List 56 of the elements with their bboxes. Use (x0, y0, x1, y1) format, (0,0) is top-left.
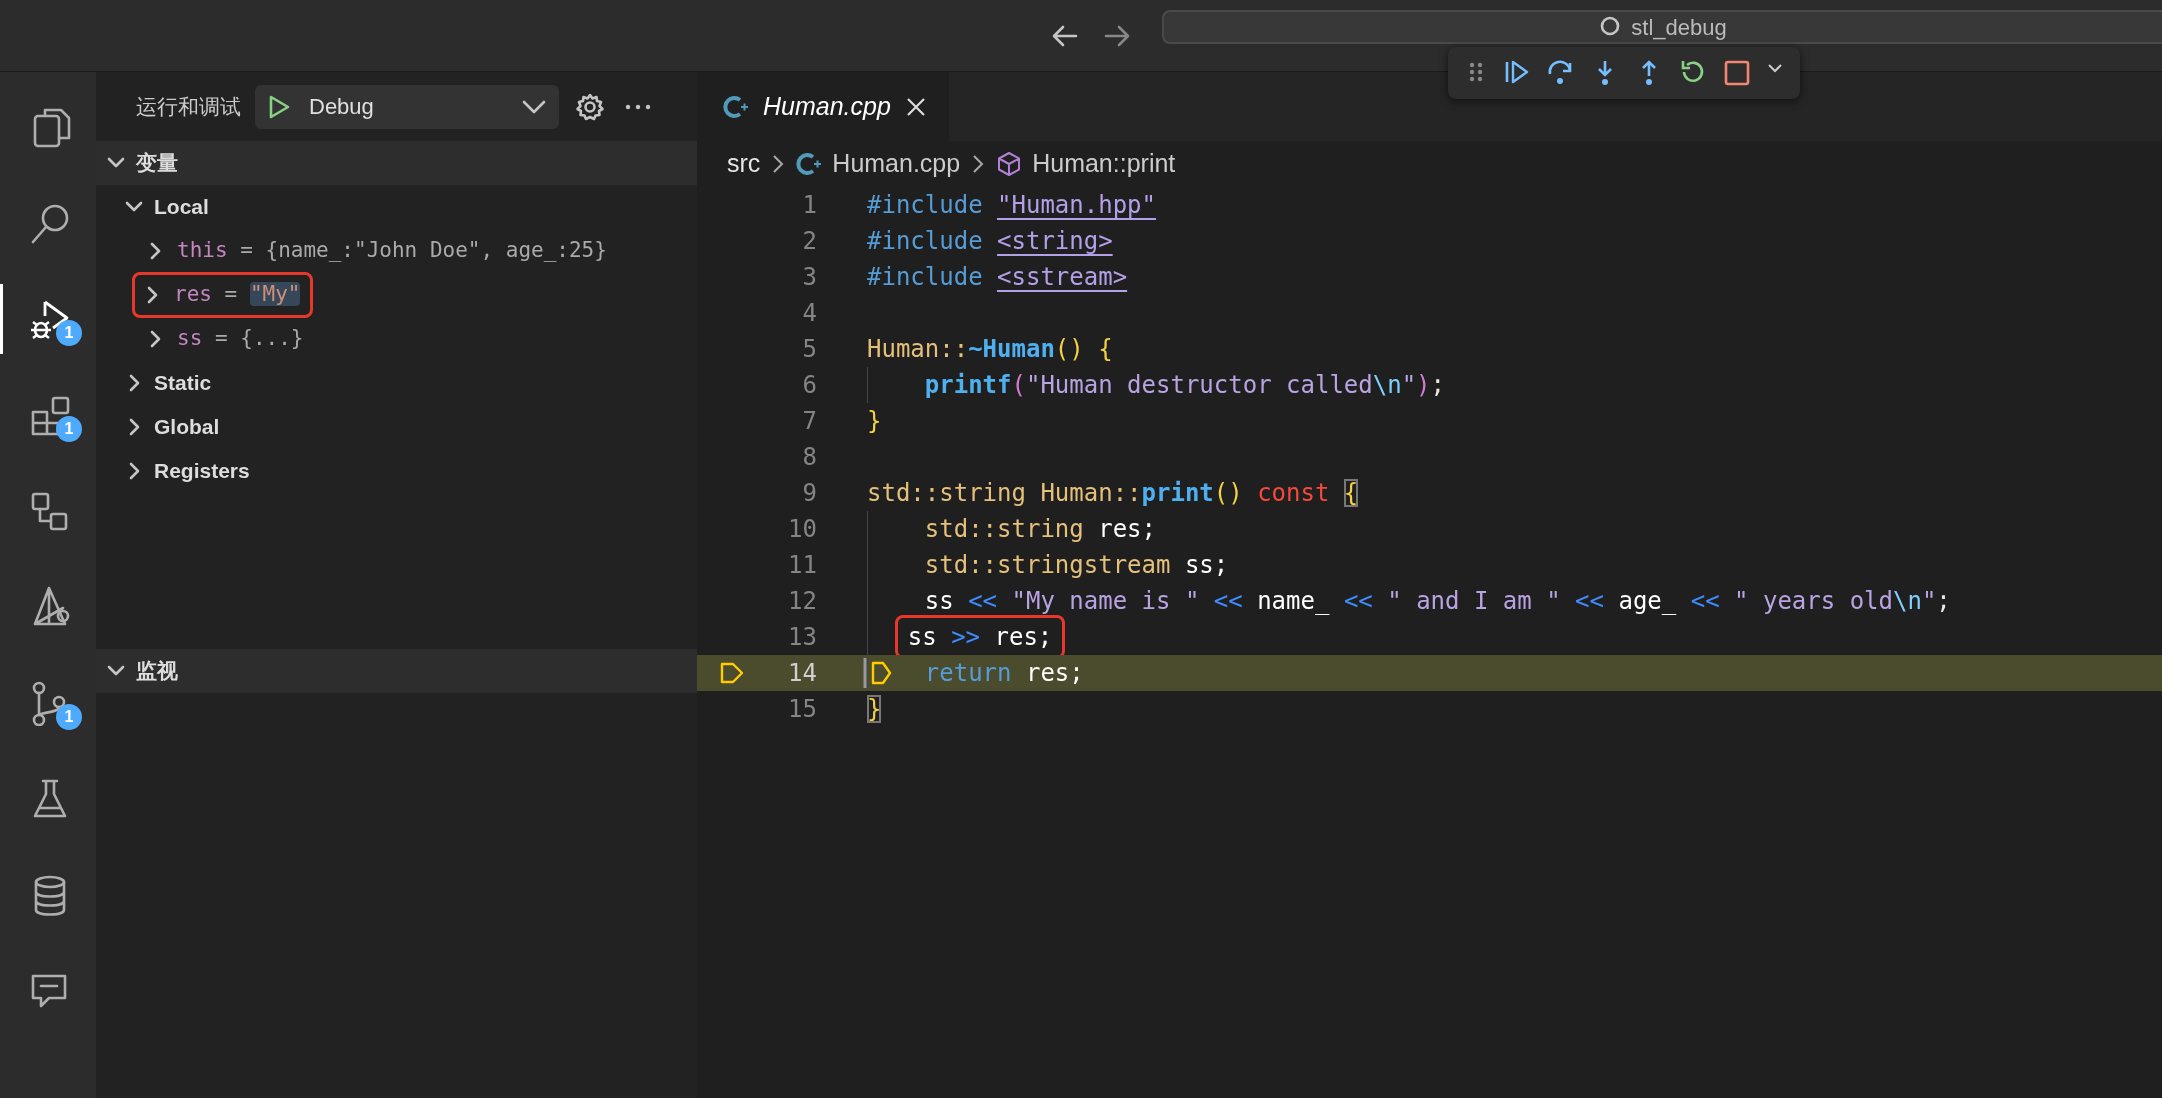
scope-row[interactable]: Global (96, 405, 697, 449)
line-number: 1 (801, 190, 817, 221)
editor-tab[interactable]: Human.cpp (697, 72, 949, 141)
launch-config-dropdown[interactable]: Debug (255, 84, 559, 129)
code-line: std::stringstream ss; (924, 550, 1229, 581)
code-line: Human::~Human() { (867, 334, 1113, 365)
code-line: std::string res; (924, 514, 1156, 545)
breadcrumb-item[interactable]: src (727, 145, 761, 183)
scope-row[interactable]: Local (96, 185, 697, 229)
breadcrumb-item[interactable]: Human::print (1032, 145, 1176, 183)
line-number: 7 (801, 406, 817, 437)
line-number: 10 (787, 514, 817, 545)
close-icon[interactable] (904, 95, 927, 118)
code-line: } (867, 694, 882, 725)
search-field[interactable]: stl_debug (1162, 10, 2162, 44)
line-number: 12 (787, 586, 817, 617)
cube-icon (996, 151, 1023, 177)
code-line: #include "Human.hpp" (867, 190, 1156, 221)
count-badge: 1 (56, 320, 82, 346)
line-number: 15 (787, 694, 817, 725)
code-line: return res; (924, 658, 1084, 689)
code-line: #include <string> (867, 226, 1113, 257)
code-line: ss << "My name is " << name_ << " and I am " << age_ << " years old\n"; (924, 586, 1951, 617)
code-line: } (867, 406, 882, 437)
count-badge: 1 (56, 416, 82, 442)
execution-pointer-icon (719, 660, 745, 686)
line-number: 2 (801, 226, 817, 257)
execution-pointer-icon (863, 655, 893, 691)
code-line: ss >> res; (907, 623, 1053, 651)
variable-entry[interactable]: ss = {...} (177, 323, 304, 355)
line-number: 3 (801, 262, 817, 293)
scope-row[interactable]: Static (96, 361, 697, 405)
variable-entry[interactable]: this = {name_:"John Doe", age_:25} (177, 235, 607, 267)
cpp-file-icon (796, 151, 823, 177)
cpp-file-icon (723, 93, 749, 120)
line-number: 5 (801, 334, 817, 365)
section-header[interactable]: 监视 (96, 649, 697, 693)
line-number: 13 (787, 622, 817, 653)
code-line: std::string Human::print() const { (867, 478, 1359, 509)
settings-icon[interactable] (575, 91, 605, 122)
panel-title: 运行和调试 (136, 93, 241, 120)
stop-icon[interactable] (1722, 58, 1752, 88)
code-line: printf("Human destructor called\n"); (924, 370, 1445, 401)
section-header[interactable]: 变量 (96, 141, 697, 185)
breadcrumb-item[interactable]: Human.cpp (832, 145, 961, 183)
play-icon[interactable] (267, 93, 291, 120)
line-number: 6 (801, 370, 817, 401)
line-number: 4 (801, 298, 817, 329)
code-line: #include <sstream> (867, 262, 1128, 293)
line-number: 11 (787, 550, 817, 581)
line-number: 9 (801, 478, 817, 509)
variable-entry[interactable]: res = "My" (174, 279, 301, 311)
line-number: 8 (801, 442, 817, 473)
scope-row[interactable]: Registers (96, 449, 697, 493)
count-badge: 1 (56, 704, 82, 730)
line-number: 14 (787, 658, 817, 689)
